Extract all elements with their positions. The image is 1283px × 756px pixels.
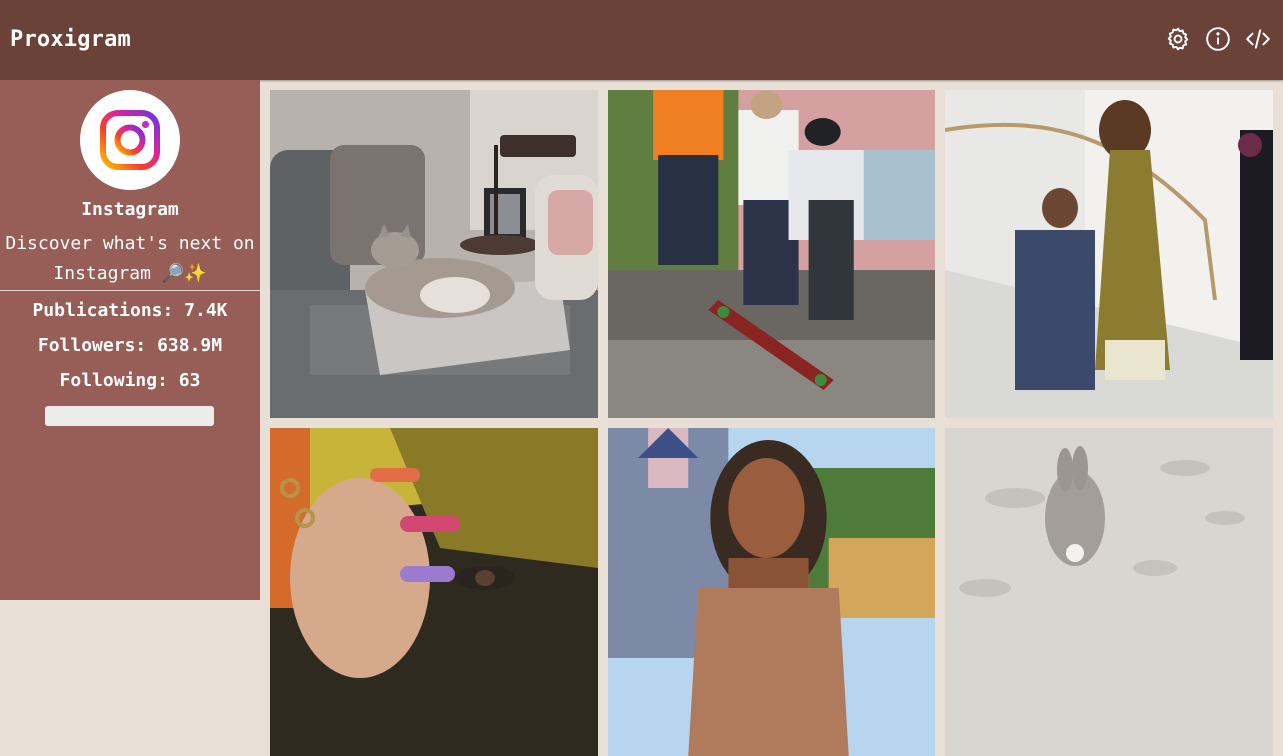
info-icon[interactable] xyxy=(1205,26,1231,52)
post-thumbnail-castle[interactable] xyxy=(608,428,935,756)
post-thumbnail-nails[interactable] xyxy=(270,428,598,756)
post-thumbnail-cat[interactable] xyxy=(270,90,598,418)
loading-placeholder-bar xyxy=(45,406,214,426)
post-thumbnail-bunny[interactable] xyxy=(945,428,1273,756)
post-image xyxy=(270,90,598,418)
profile-bio: Discover what's next on Instagram 🔎✨ xyxy=(5,233,255,284)
gear-icon[interactable] xyxy=(1165,26,1191,52)
post-thumbnail-couple[interactable] xyxy=(945,90,1273,418)
app-title[interactable]: Proxigram xyxy=(10,27,131,52)
post-thumbnail-skaters[interactable] xyxy=(608,90,935,418)
post-image xyxy=(608,428,935,756)
publications-count: Publications: 7.4K xyxy=(32,300,228,321)
profile-name: Instagram xyxy=(81,199,179,220)
following-count: Following: 63 xyxy=(59,370,201,391)
avatar[interactable] xyxy=(80,90,180,190)
post-image xyxy=(945,90,1273,418)
header-actions xyxy=(1165,26,1271,52)
posts-grid xyxy=(270,90,1273,756)
profile-sidebar: Instagram Discover what's next on Instag… xyxy=(0,80,260,600)
code-icon[interactable] xyxy=(1245,26,1271,52)
divider xyxy=(0,290,260,291)
followers-count: Followers: 638.9M xyxy=(37,335,223,356)
post-image xyxy=(608,90,935,418)
instagram-logo-icon xyxy=(100,110,160,170)
header-bar: Proxigram xyxy=(0,0,1283,80)
post-image xyxy=(945,428,1273,756)
post-image xyxy=(270,428,598,756)
